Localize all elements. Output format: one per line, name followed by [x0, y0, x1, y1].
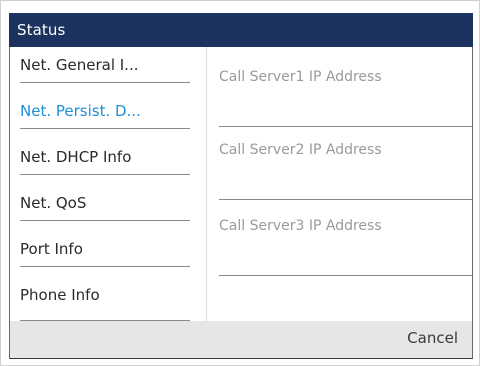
- detail-pane: Call Server1 IP Address Call Server2 IP …: [207, 47, 472, 321]
- phone-screen: Status Net. General I... Net. Persist. D…: [0, 0, 480, 366]
- menu-item-label: Net. General I...: [20, 55, 139, 74]
- field-label: Call Server3 IP Address: [219, 218, 382, 234]
- status-menu: Net. General I... Net. Persist. D... Net…: [10, 47, 206, 321]
- cancel-button[interactable]: Cancel: [407, 329, 458, 347]
- menu-item-label: Net. QoS: [20, 193, 87, 212]
- call-server1-ip-field[interactable]: Call Server1 IP Address: [219, 55, 472, 127]
- menu-item-net-dhcp-info[interactable]: Net. DHCP Info: [20, 139, 190, 175]
- menu-item-label: Net. DHCP Info: [20, 147, 132, 166]
- menu-item-phone-info[interactable]: Phone Info: [20, 277, 190, 313]
- menu-item-net-persist-data[interactable]: Net. Persist. D...: [20, 93, 190, 129]
- softkey-bar: Cancel: [10, 321, 472, 358]
- menu-item-net-qos[interactable]: Net. QoS: [20, 185, 190, 221]
- menu-item-net-general-info[interactable]: Net. General I...: [20, 47, 190, 83]
- page-title: Status: [17, 21, 66, 39]
- menu-item-port-info[interactable]: Port Info: [20, 231, 190, 267]
- call-server3-ip-field[interactable]: Call Server3 IP Address: [219, 204, 472, 276]
- title-bar: Status: [9, 13, 473, 47]
- menu-item-label: Port Info: [20, 239, 83, 258]
- field-label: Call Server1 IP Address: [219, 69, 382, 85]
- menu-item-label: Net. Persist. D...: [20, 101, 141, 120]
- field-label: Call Server2 IP Address: [219, 142, 382, 158]
- call-server2-ip-field[interactable]: Call Server2 IP Address: [219, 128, 472, 200]
- menu-item-label: Phone Info: [20, 286, 100, 304]
- content-frame: Net. General I... Net. Persist. D... Net…: [9, 47, 473, 359]
